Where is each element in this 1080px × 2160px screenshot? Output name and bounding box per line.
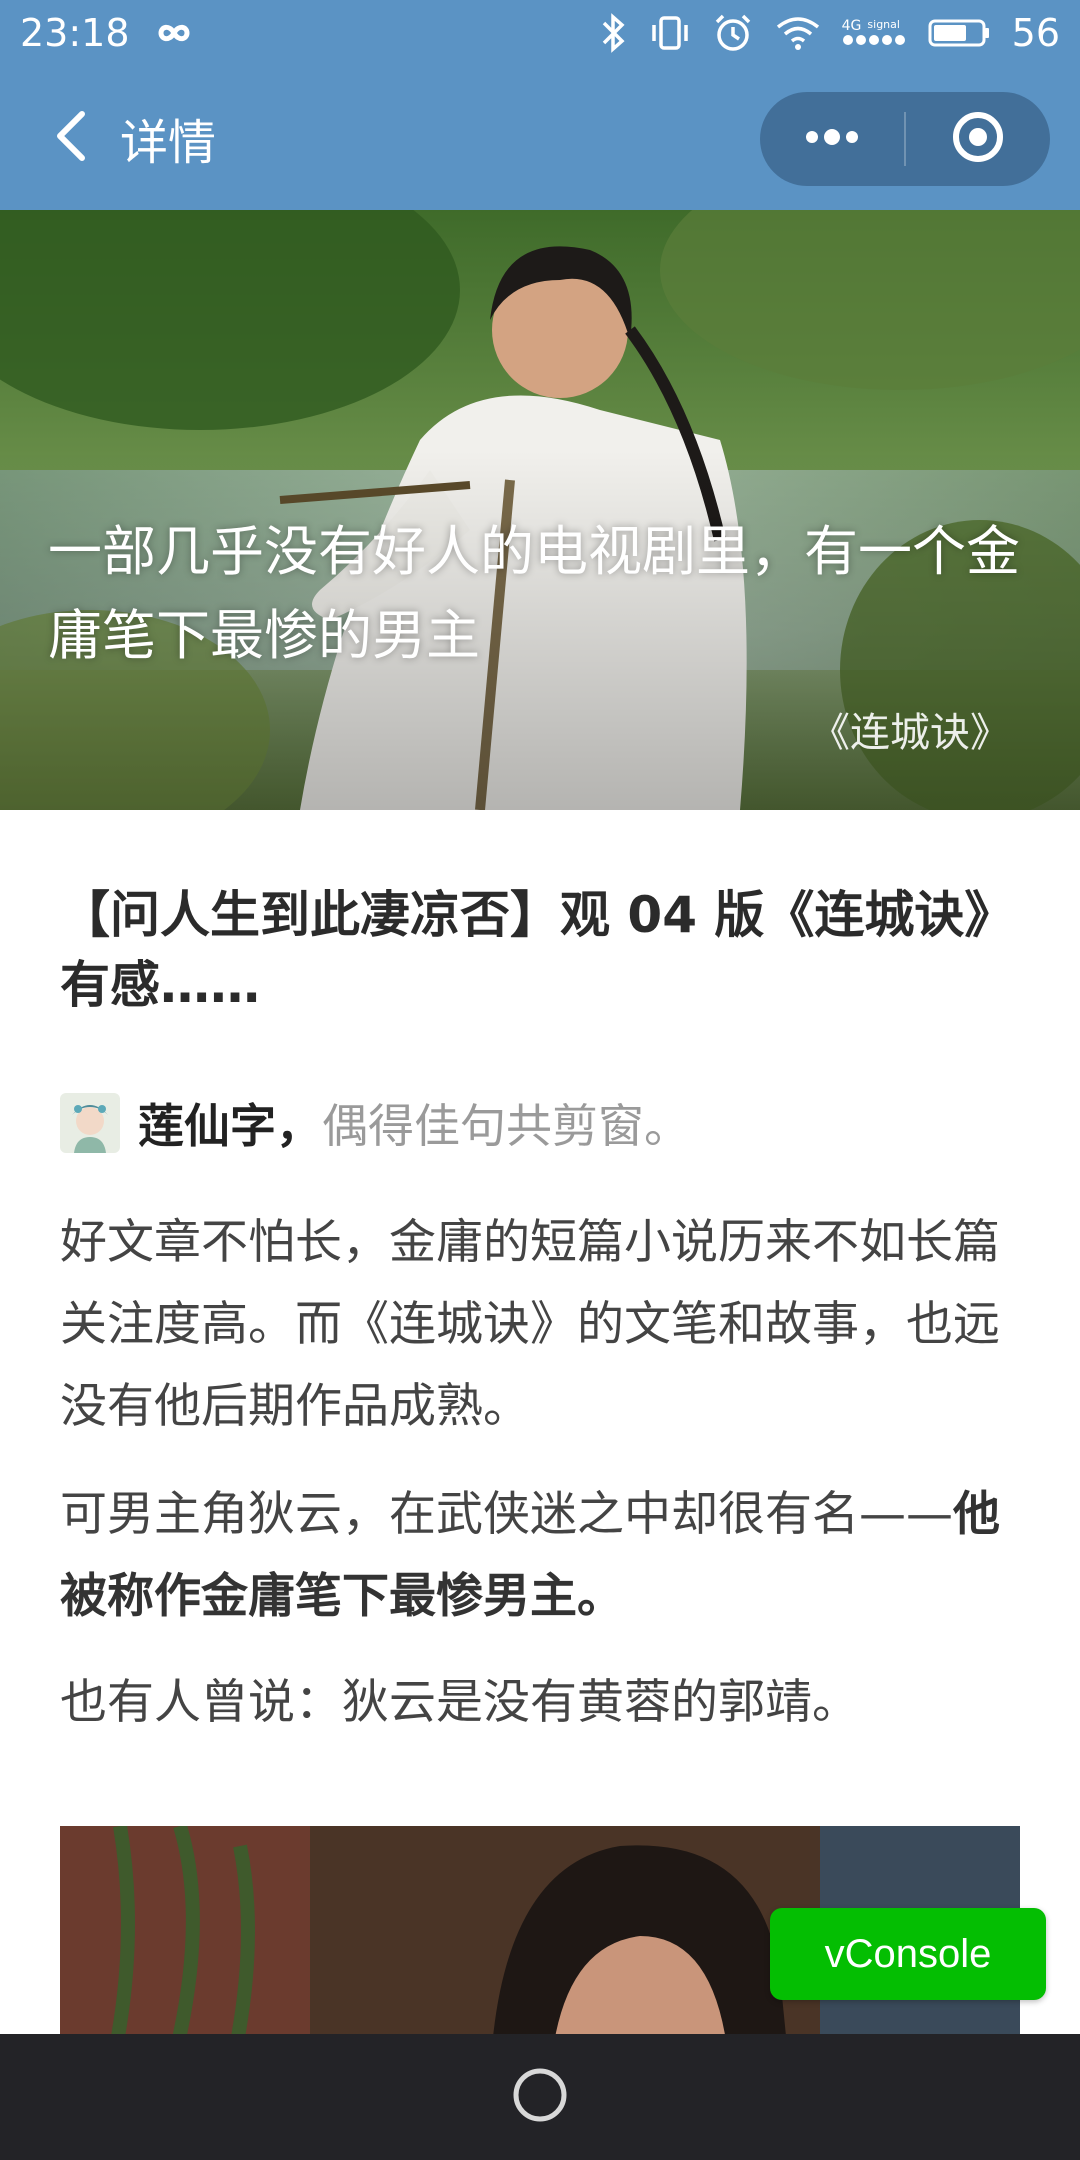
target-icon — [950, 109, 1006, 169]
vconsole-button[interactable]: vConsole — [770, 1908, 1046, 2000]
article-title: 【问人生到此凄凉否】观 04 版《连城诀》有感…… — [60, 886, 1015, 1014]
status-bar: 23:18 4G signal 56 — [0, 0, 1080, 66]
paragraph-3: 也有人曾说：狄云是没有黄蓉的郭靖。 — [60, 1675, 859, 1730]
bluetooth-icon — [600, 13, 628, 53]
nav-bar: 详情 — [0, 66, 1080, 210]
author-tagline: 偶得佳句共剪窗。 — [322, 1099, 690, 1153]
alarm-icon — [712, 12, 754, 54]
status-right: 4G signal 56 — [600, 11, 1060, 55]
system-navigation-bar — [0, 2034, 1080, 2160]
hero-caption: 一部几乎没有好人的电视剧里，有一个金庸笔下最惨的男主 — [48, 520, 1020, 667]
battery-percentage: 56 — [1011, 11, 1060, 55]
cellular-signal-icon: 4G signal — [842, 19, 906, 47]
paragraph-2: 可男主角狄云，在武侠迷之中却很有名——他被称作金庸笔下最惨男主。 — [60, 1474, 1020, 1638]
author-name[interactable]: 莲仙字， — [138, 1090, 322, 1156]
author-row: 莲仙字， 偶得佳句共剪窗。 — [60, 1090, 1020, 1156]
hero-source: 《连城诀》 — [810, 710, 1010, 756]
hero-banner[interactable]: 一部几乎没有好人的电视剧里，有一个金庸笔下最惨的男主 《连城诀》 — [0, 210, 1080, 810]
paragraph-2-intro: 可男主角狄云，在武侠迷之中却很有名—— — [60, 1487, 953, 1542]
chevron-left-icon — [50, 106, 90, 170]
vibrate-icon — [650, 13, 690, 53]
home-button-icon[interactable] — [510, 2065, 570, 2129]
more-button[interactable] — [760, 92, 904, 186]
page-title: 详情 — [120, 115, 217, 171]
back-button[interactable] — [20, 88, 120, 188]
infinity-icon — [148, 18, 200, 48]
network-type-label: 4G — [841, 18, 862, 34]
status-time: 23:18 — [20, 11, 130, 55]
wifi-icon — [776, 15, 820, 51]
avatar[interactable] — [60, 1093, 120, 1153]
paragraph-1: 好文章不怕长，金庸的短篇小说历来不如长篇关注度高。而《连城诀》的文笔和故事，也远… — [60, 1215, 1000, 1434]
mini-program-capsule — [760, 92, 1050, 186]
signal-label: signal — [867, 18, 900, 31]
status-left: 23:18 — [20, 11, 200, 55]
battery-icon — [928, 18, 990, 48]
close-mini-program-button[interactable] — [906, 92, 1050, 186]
more-dots-icon — [802, 127, 862, 151]
